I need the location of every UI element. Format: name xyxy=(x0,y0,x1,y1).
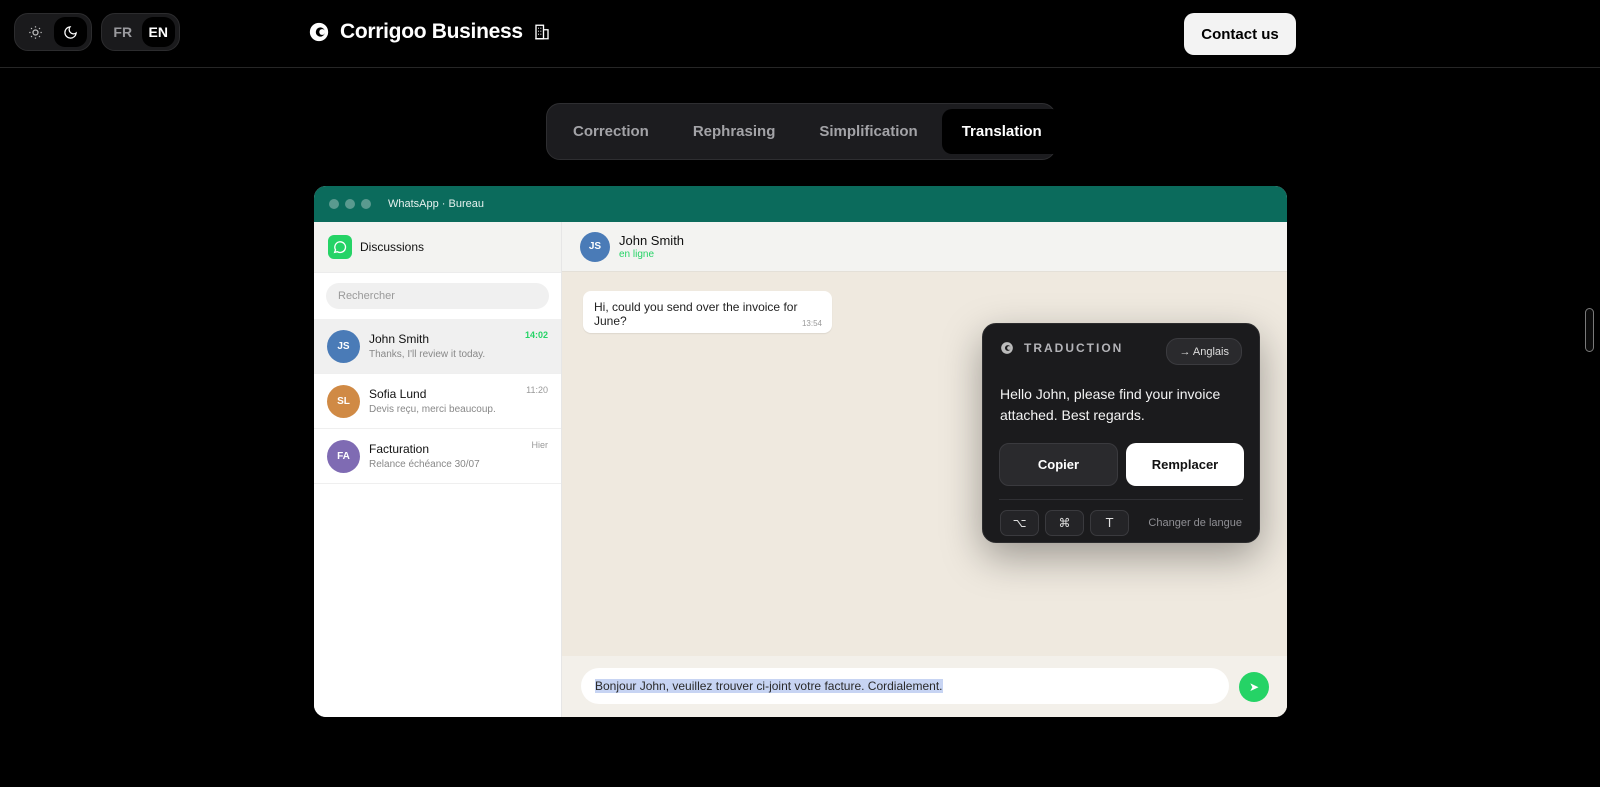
avatar: SL xyxy=(327,384,360,418)
chat-time: Hier xyxy=(531,440,548,450)
option-key: ⌥ xyxy=(1000,510,1039,536)
chat-name: Sofia Lund xyxy=(369,387,427,401)
top-bar: FR EN Corrigoo Business Contact us xyxy=(0,0,1600,68)
contact-us-button[interactable]: Contact us xyxy=(1184,13,1296,55)
page-scrollbar[interactable] xyxy=(1585,308,1594,352)
language-fr-button[interactable]: FR xyxy=(106,17,140,47)
brand[interactable]: Corrigoo Business xyxy=(308,20,551,44)
translation-result: Hello John, please find your invoice att… xyxy=(1000,386,1221,423)
chat-time: 11:20 xyxy=(526,385,548,395)
language-en-button[interactable]: EN xyxy=(141,17,175,47)
message-time: 13:54 xyxy=(801,319,822,328)
send-icon: ➤ xyxy=(1248,680,1260,694)
window-close-dot[interactable] xyxy=(329,199,339,209)
theme-toggle xyxy=(14,13,92,51)
chat-name: Facturation xyxy=(369,442,430,456)
light-theme-button[interactable] xyxy=(19,17,52,47)
command-key: ⌘ xyxy=(1045,510,1084,536)
tab-correction[interactable]: Correction xyxy=(553,109,669,154)
contact-name: John Smith xyxy=(619,233,685,248)
popup-divider xyxy=(999,499,1243,500)
chat-item-facturation[interactable]: FA Facturation Relance échéance 30/07 Hi… xyxy=(314,429,561,484)
t-key: T xyxy=(1090,510,1129,536)
contact-avatar[interactable]: JS xyxy=(580,231,610,262)
shortcut-hint: Changer de langue xyxy=(1148,517,1242,529)
avatar: FA xyxy=(327,439,360,473)
replace-button[interactable]: Remplacer xyxy=(1126,443,1244,486)
window-title: WhatsApp · Bureau xyxy=(388,198,484,210)
chat-name: John Smith xyxy=(369,332,430,346)
message-text: Hi, could you send over the invoice for … xyxy=(594,300,798,328)
brand-name: Corrigoo Business xyxy=(340,20,523,43)
corrigoo-logo-icon xyxy=(1001,342,1013,354)
moon-icon xyxy=(64,25,77,39)
whatsapp-logo-icon xyxy=(328,235,352,259)
compose-bar: Bonjour John, veuillez trouver ci-joint … xyxy=(562,656,1287,717)
incoming-message: Hi, could you send over the invoice for … xyxy=(583,291,832,333)
building-icon xyxy=(535,24,549,40)
window-titlebar: WhatsApp · Bureau xyxy=(314,186,1287,222)
mode-tabs: Correction Rephrasing Simplification Tra… xyxy=(546,103,1062,160)
tab-rephrasing[interactable]: Rephrasing xyxy=(673,109,796,154)
search-input[interactable]: Rechercher xyxy=(326,283,549,309)
chat-item-john-smith[interactable]: JS John Smith Thanks, I'll review it tod… xyxy=(314,319,561,374)
corrigoo-logo-icon xyxy=(309,22,329,42)
chat-preview: Relance échéance 30/07 xyxy=(369,459,480,470)
sidebar-header: Discussions xyxy=(314,222,561,273)
window-maximize-dot[interactable] xyxy=(361,199,371,209)
selected-draft-text[interactable]: Bonjour John, veuillez trouver ci-joint … xyxy=(595,679,943,693)
shortcut-keys: ⌥ ⌘ T xyxy=(1000,510,1129,536)
copy-button[interactable]: Copier xyxy=(999,443,1118,486)
target-language-chip[interactable]: → Anglais xyxy=(1166,338,1242,365)
contact-status: en ligne xyxy=(619,249,655,260)
chat-preview: Thanks, I'll review it today. xyxy=(369,349,486,360)
sun-icon xyxy=(29,25,42,39)
chat-preview: Devis reçu, merci beaucoup. xyxy=(369,404,496,415)
conversation-header: JS John Smith en ligne xyxy=(562,222,1287,272)
chat-item-sofia-lund[interactable]: SL Sofia Lund Devis reçu, merci beaucoup… xyxy=(314,374,561,429)
avatar: JS xyxy=(327,329,360,363)
message-input[interactable]: Bonjour John, veuillez trouver ci-joint … xyxy=(581,668,1229,704)
tab-simplification[interactable]: Simplification xyxy=(799,109,937,154)
sidebar-title: Discussions xyxy=(360,240,425,254)
translation-popup: TRADUCTION → Anglais Hello John, please … xyxy=(982,323,1260,543)
window-minimize-dot[interactable] xyxy=(345,199,355,209)
chat-sidebar: Discussions Rechercher JS John Smith Tha… xyxy=(314,222,562,717)
send-button[interactable]: ➤ xyxy=(1239,672,1269,702)
tab-translation[interactable]: Translation xyxy=(941,109,1062,154)
dark-theme-button[interactable] xyxy=(54,17,87,47)
chat-time: 14:02 xyxy=(524,330,548,340)
language-switcher: FR EN xyxy=(101,13,180,51)
popup-title: TRADUCTION xyxy=(1024,341,1124,355)
